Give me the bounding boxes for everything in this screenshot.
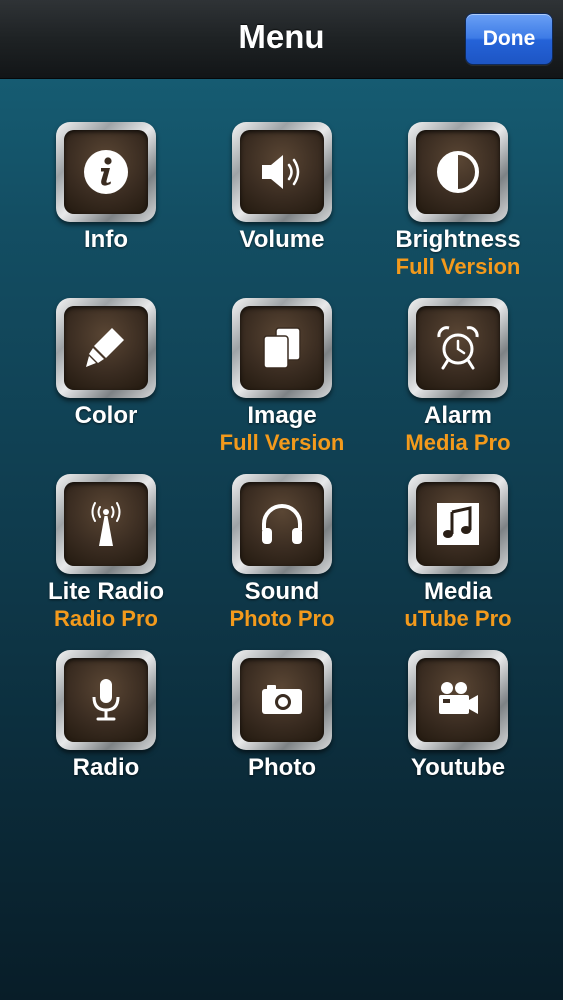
menu-tile-brightness: Brightness: [368, 122, 548, 272]
youtube-badge: uTube Pro: [404, 606, 512, 631]
contrast-icon: [437, 151, 479, 193]
headphones-icon: [262, 504, 302, 544]
info-icon: [84, 150, 128, 194]
menu-tile-media: Media Pro Media: [368, 430, 548, 624]
media-button[interactable]: [408, 474, 508, 574]
radio-badge: Radio Pro: [54, 606, 158, 631]
info-label: Info: [84, 226, 128, 253]
nav-bar: Menu Done: [0, 0, 563, 79]
alarm-label: Alarm: [423, 402, 493, 429]
menu-tile-photo: Photo Pro Photo: [192, 606, 372, 800]
image-label: Image: [247, 402, 317, 429]
music-note-icon: [437, 503, 479, 545]
info-button[interactable]: [56, 122, 156, 222]
brightness-button[interactable]: [408, 122, 508, 222]
menu-tile-youtube: uTube Pro Youtube: [368, 606, 548, 800]
microphone-icon: [92, 679, 120, 721]
volume-label: Volume: [239, 226, 325, 253]
youtube-button[interactable]: [408, 650, 508, 750]
alarm-badge: Full Version: [395, 254, 521, 279]
alarm-clock-icon: [437, 326, 479, 370]
image-button[interactable]: [232, 298, 332, 398]
menu-tile-sound: Full Version Sound: [192, 430, 372, 624]
youtube-label: Youtube: [410, 754, 506, 781]
media-label: Media: [423, 578, 492, 605]
photo-label: Photo: [248, 754, 316, 781]
menu-tile-radio: Radio Pro Radio: [16, 606, 196, 800]
color-label: Color: [74, 402, 138, 429]
lite-radio-button[interactable]: [56, 474, 156, 574]
brightness-label: Brightness: [395, 226, 521, 253]
color-button[interactable]: [56, 298, 156, 398]
done-button[interactable]: Done: [465, 13, 553, 65]
volume-button[interactable]: [232, 122, 332, 222]
camera-icon: [262, 685, 302, 714]
menu-tile-alarm: Full Version Alarm: [368, 254, 548, 448]
photo-button[interactable]: [232, 650, 332, 750]
menu-tile-volume: Volume: [192, 122, 372, 272]
antenna-icon: [91, 502, 121, 546]
sound-badge: Full Version: [219, 430, 345, 455]
images-icon: [263, 327, 301, 369]
menu-tile-image: Image: [192, 298, 372, 448]
sound-button[interactable]: [232, 474, 332, 574]
video-camera-icon: [439, 682, 478, 714]
radio-label: Radio: [72, 754, 140, 781]
media-badge: Media Pro: [405, 430, 511, 455]
alarm-button[interactable]: [408, 298, 508, 398]
speaker-icon: [262, 155, 300, 189]
radio-button[interactable]: [56, 650, 156, 750]
sound-label: Sound: [244, 578, 320, 605]
lite-radio-label: Lite Radio: [47, 578, 164, 605]
marker-icon: [86, 328, 124, 367]
menu-tile-color: Color: [16, 298, 196, 448]
menu-tile-lite-radio: Lite Radio: [16, 474, 196, 624]
photo-badge: Photo Pro: [229, 606, 335, 631]
menu-tile-info: Info: [16, 122, 196, 272]
